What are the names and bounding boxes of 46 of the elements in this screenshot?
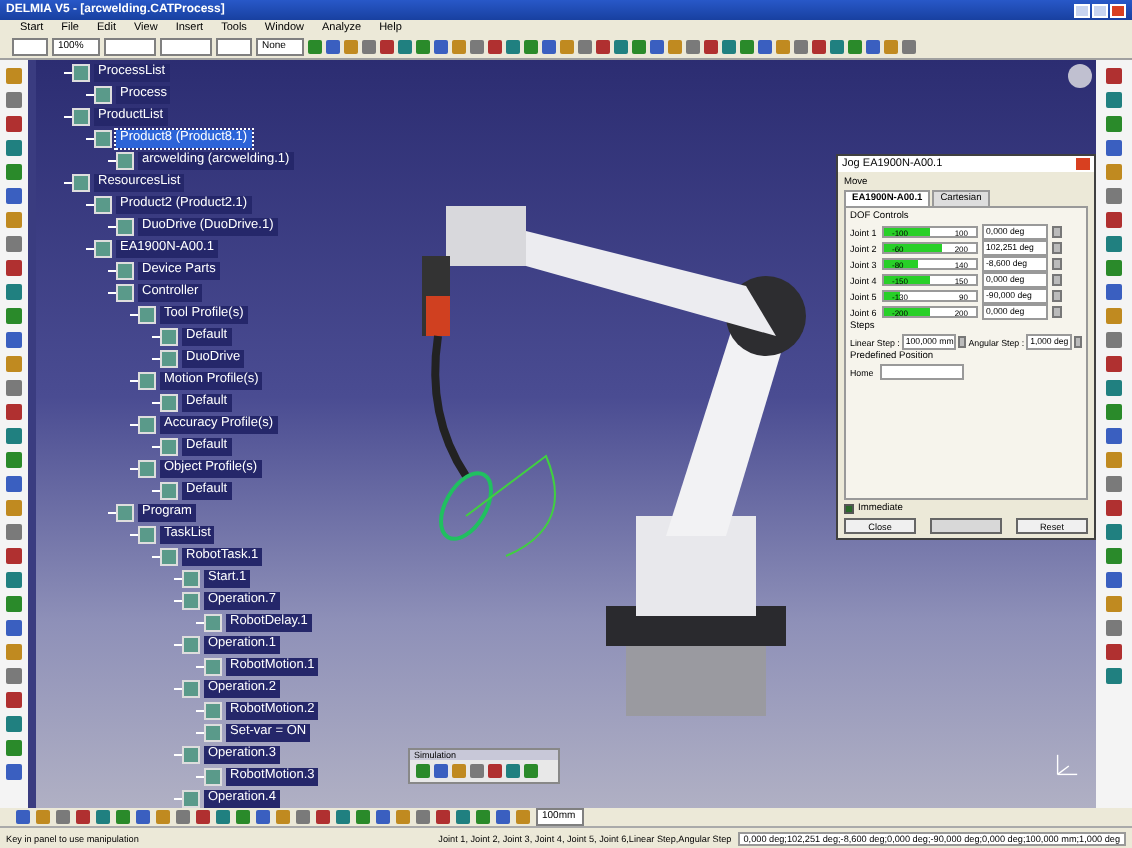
- tree-node-icon: [160, 482, 178, 500]
- tree-node-icon: [182, 746, 200, 764]
- tree-node-icon: [138, 372, 156, 390]
- spinner-button[interactable]: [957, 336, 967, 348]
- tree-node-icon: [94, 130, 112, 148]
- tree-node-icon: [204, 768, 222, 786]
- tree-node-icon: [138, 306, 156, 324]
- position-dropdown[interactable]: [879, 364, 964, 380]
- tree-node-icon: [160, 548, 178, 566]
- tree-node-icon: [182, 592, 200, 610]
- tree-node-icon: [182, 570, 200, 588]
- tree-node-icon: [160, 394, 178, 412]
- tree-node-icon: [116, 262, 134, 280]
- tree-node-icon: [72, 174, 90, 192]
- tree-node-icon: [72, 108, 90, 126]
- tree-node-icon: [204, 702, 222, 720]
- tree-node-icon: [72, 64, 90, 82]
- tree-node-icon: [138, 526, 156, 544]
- tree-node-icon: [182, 680, 200, 698]
- tree-node-icon: [94, 86, 112, 104]
- color-dropdown[interactable]: [12, 38, 48, 56]
- tree-node-icon: [138, 416, 156, 434]
- tree-node-icon: [204, 614, 222, 632]
- checkbox[interactable]: [844, 504, 854, 514]
- minimize-button[interactable]: [1074, 3, 1090, 17]
- tree-node-icon: [116, 504, 134, 522]
- maximize-button[interactable]: [1092, 3, 1108, 17]
- tree-node-icon: [160, 438, 178, 456]
- tree-node-icon: [94, 196, 112, 214]
- line-dropdown[interactable]: [104, 38, 156, 56]
- close-button[interactable]: [1110, 3, 1126, 17]
- tree-node-icon: [116, 218, 134, 236]
- tree-node-icon: [116, 284, 134, 302]
- tree-node-icon: [94, 240, 112, 258]
- tree-node-icon: [116, 152, 134, 170]
- tree-node-icon: [160, 328, 178, 346]
- tree-node-icon: [182, 636, 200, 654]
- tree-node-icon: [182, 790, 200, 808]
- tree-node-icon: [204, 658, 222, 676]
- tree-node-icon: [204, 724, 222, 742]
- spinner-button[interactable]: [1073, 336, 1082, 348]
- tree-node-icon: [138, 460, 156, 478]
- weight-dropdown[interactable]: [160, 38, 212, 56]
- axis-triad-icon: [1052, 752, 1080, 780]
- point-dropdown[interactable]: [216, 38, 252, 56]
- tree-node-icon: [160, 350, 178, 368]
